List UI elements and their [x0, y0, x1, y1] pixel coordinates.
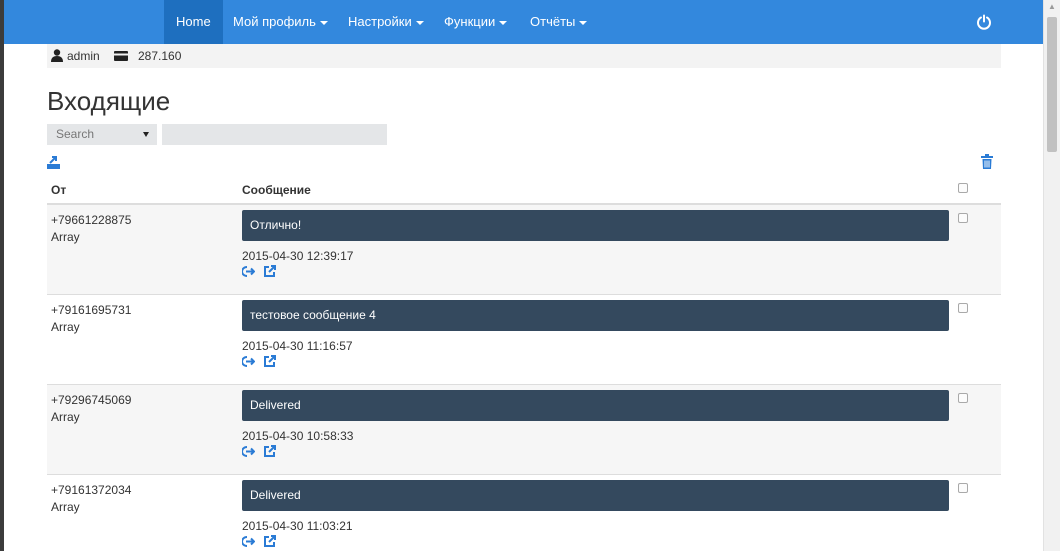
nav-functions[interactable]: Функции [432, 0, 519, 44]
caret-down-icon [319, 20, 328, 25]
select-all-checkbox[interactable] [958, 183, 968, 193]
table-row: +79161372034 Array Delivered 2015-04-30 … [47, 475, 1001, 551]
sender-phone: +79661228875 [51, 213, 132, 227]
credit-card-icon [114, 51, 128, 61]
open-external-icon[interactable] [263, 445, 276, 458]
reply-icon[interactable] [242, 266, 255, 277]
reply-icon[interactable] [242, 536, 255, 547]
caret-down-icon [579, 20, 588, 25]
row-checkbox[interactable] [958, 303, 968, 313]
message-time: 2015-04-30 10:58:33 [242, 429, 354, 443]
reply-icon[interactable] [242, 446, 255, 457]
row-checkbox[interactable] [958, 483, 968, 493]
sender-phone: +79161372034 [51, 483, 132, 497]
search-select-value: Search [56, 127, 95, 141]
power-icon[interactable] [975, 13, 993, 31]
nav-reports[interactable]: Отчёты [518, 0, 599, 44]
message-bubble: Delivered [242, 480, 949, 511]
top-navbar: Home Мой профиль Настройки Функции Отчёт… [4, 0, 1043, 44]
sender-subtext: Array [51, 500, 80, 514]
sender-phone: +79296745069 [51, 393, 132, 407]
caret-down-icon [499, 20, 508, 25]
row-checkbox[interactable] [958, 213, 968, 223]
message-time: 2015-04-30 11:03:21 [242, 519, 353, 533]
scroll-up-icon[interactable]: ▲ [1048, 2, 1056, 11]
nav-settings-label: Настройки [348, 14, 412, 29]
nav-reports-label: Отчёты [530, 14, 576, 29]
nav-home-label: Home [176, 14, 211, 29]
search-field-select[interactable]: Search [47, 124, 157, 145]
column-header-from: От [51, 183, 67, 197]
user-icon [51, 49, 63, 62]
trash-icon[interactable] [981, 154, 993, 169]
nav-functions-label: Функции [444, 14, 496, 29]
nav-home[interactable]: Home [164, 0, 223, 44]
table-row: +79161695731 Array тестовое сообщение 4 … [47, 295, 1001, 385]
export-icon[interactable] [47, 155, 60, 169]
open-external-icon[interactable] [263, 535, 276, 548]
message-bubble: Отлично! [242, 210, 949, 241]
sender-subtext: Array [51, 320, 80, 334]
sender-phone: +79161695731 [51, 303, 132, 317]
message-time: 2015-04-30 12:39:17 [242, 249, 354, 263]
nav-my-profile-label: Мой профиль [233, 14, 316, 29]
nav-my-profile[interactable]: Мой профиль [221, 0, 340, 44]
nav-settings[interactable]: Настройки [336, 0, 436, 44]
message-bubble: тестовое сообщение 4 [242, 300, 949, 331]
user-info-bar: admin 287.160 [47, 44, 1001, 68]
caret-down-icon [415, 20, 424, 25]
message-bubble: Delivered [242, 390, 949, 421]
scrollbar-thumb[interactable] [1047, 17, 1057, 152]
table-row: +79661228875 Array Отлично! 2015-04-30 1… [47, 205, 1001, 295]
table-row: +79296745069 Array Delivered 2015-04-30 … [47, 385, 1001, 475]
vertical-scrollbar[interactable]: ▲ [1043, 0, 1060, 551]
window-frame [0, 0, 4, 551]
open-external-icon[interactable] [263, 265, 276, 278]
page-title: Входящие [47, 86, 171, 116]
open-external-icon[interactable] [263, 355, 276, 368]
row-checkbox[interactable] [958, 393, 968, 403]
sender-subtext: Array [51, 230, 80, 244]
reply-icon[interactable] [242, 356, 255, 367]
column-header-message: Сообщение [242, 183, 311, 197]
sender-subtext: Array [51, 410, 80, 424]
message-time: 2015-04-30 11:16:57 [242, 339, 353, 353]
dropdown-arrow-icon [143, 132, 149, 137]
search-input[interactable] [162, 124, 387, 145]
username: admin [67, 49, 100, 63]
balance: 287.160 [138, 49, 182, 63]
